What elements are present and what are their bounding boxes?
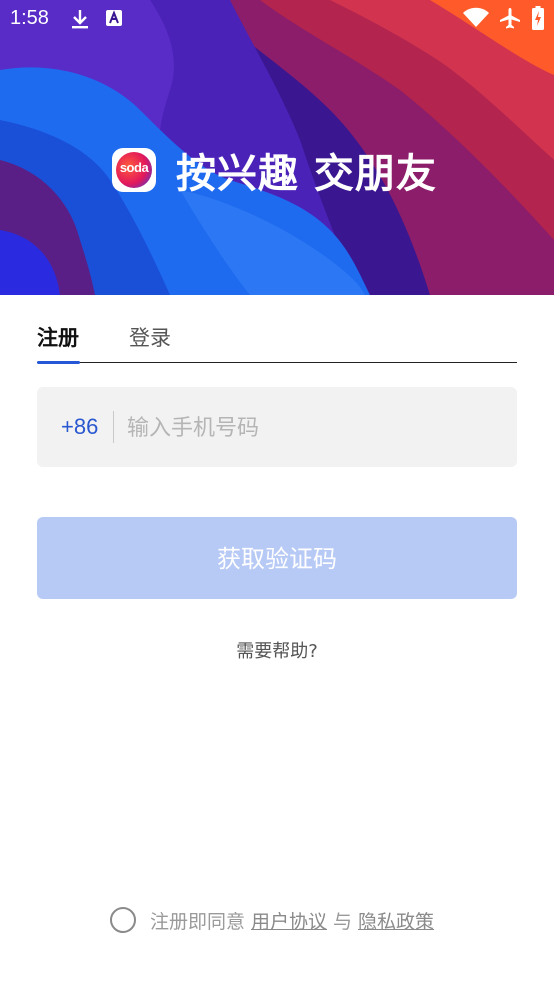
country-code-selector[interactable]: +86 <box>61 414 98 440</box>
tab-register[interactable]: 注册 <box>37 322 79 352</box>
phone-input[interactable] <box>125 407 499 449</box>
slogan: 按兴趣 交朋友 <box>176 151 437 197</box>
agreement-prefix: 注册即同意 <box>150 910 246 933</box>
auth-tabs: 注册 登录 <box>37 318 517 364</box>
agreement-and: 与 <box>333 910 353 933</box>
get-code-button[interactable]: 获取验证码 <box>37 517 517 599</box>
soda-logo: soda <box>112 148 156 192</box>
help-link[interactable]: 需要帮助? <box>0 637 554 663</box>
privacy-policy-link[interactable]: 隐私政策 <box>358 907 434 934</box>
download-icon <box>72 10 88 29</box>
agree-radio[interactable] <box>110 907 136 933</box>
status-bar: 1:58 <box>0 0 554 40</box>
wifi-icon <box>463 7 489 27</box>
brand: soda 按兴趣 交朋友 <box>112 145 437 197</box>
airplane-icon <box>500 8 520 29</box>
user-agreement-link[interactable]: 用户协议 <box>251 907 327 934</box>
logo-text: soda <box>119 160 149 175</box>
agreement-row: 注册即同意 用户协议 与 隐私政策 <box>110 904 434 936</box>
hero-banner: 1:58 soda 按兴趣 交朋友 <box>0 0 554 295</box>
phone-field: +86 <box>37 387 517 467</box>
tab-active-indicator <box>37 361 80 364</box>
battery-charging-icon <box>532 6 544 30</box>
status-time: 1:58 <box>10 7 49 29</box>
divider <box>113 411 114 443</box>
tab-login[interactable]: 登录 <box>129 322 171 352</box>
font-a-icon <box>106 10 122 26</box>
